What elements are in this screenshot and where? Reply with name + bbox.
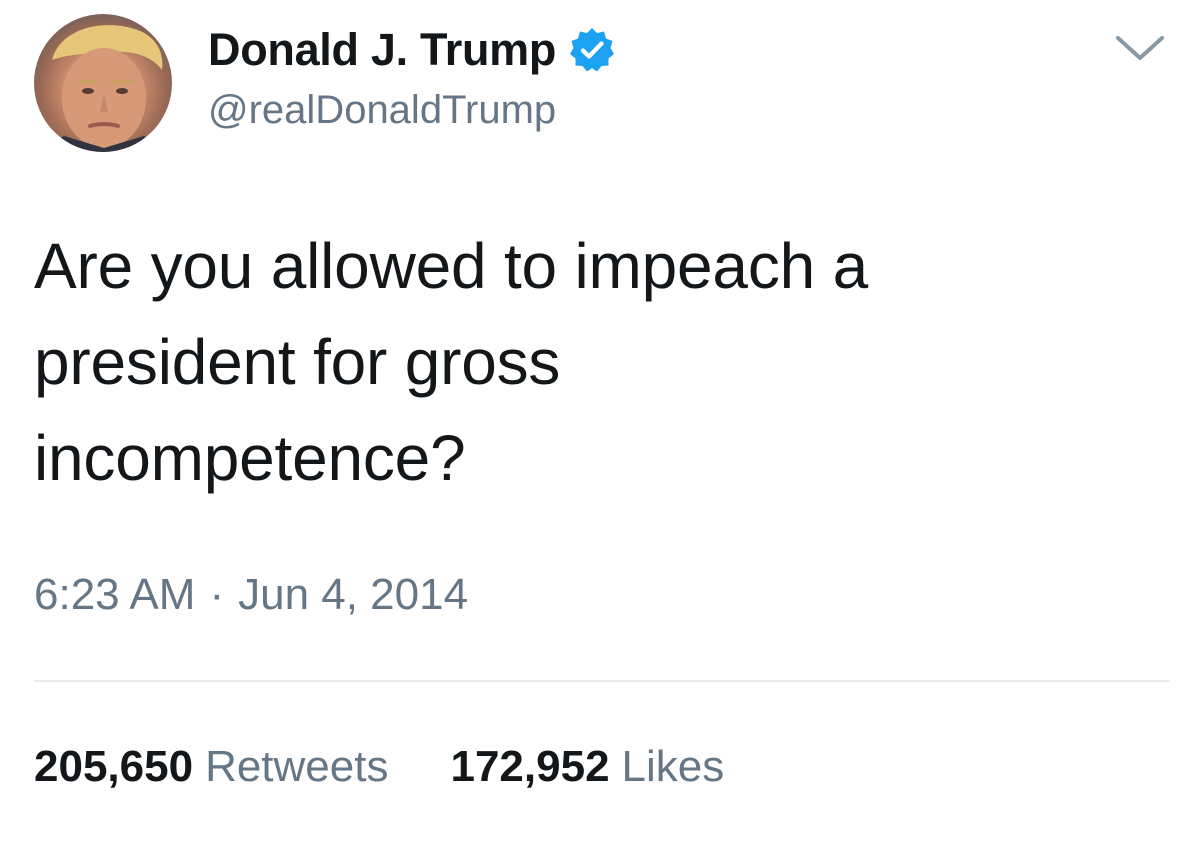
likes-count: 172,952: [450, 742, 610, 791]
likes-stat[interactable]: 172,952 Likes: [450, 742, 724, 792]
tweet-time: 6:23 AM: [34, 570, 196, 619]
tweet-text: Are you allowed to impeach a president f…: [34, 218, 1154, 506]
avatar-face-illustration: [34, 25, 172, 152]
avatar[interactable]: [34, 14, 172, 152]
timestamp-separator: ·: [209, 570, 225, 619]
verified-badge-icon: [568, 26, 616, 74]
tweet-date: Jun 4, 2014: [238, 570, 469, 619]
retweets-label: Retweets: [205, 742, 389, 791]
tweet-text-line: Are you allowed to impeach a: [34, 230, 868, 302]
name-row: Donald J. Trump: [208, 22, 616, 78]
tweet-text-line: incompetence?: [34, 422, 466, 494]
retweets-stat[interactable]: 205,650 Retweets: [34, 742, 388, 792]
handle[interactable]: @realDonaldTrump: [208, 88, 616, 133]
engagement-stats: 205,650 Retweets 172,952 Likes: [34, 742, 724, 792]
likes-label: Likes: [621, 742, 725, 791]
timestamp[interactable]: 6:23 AM · Jun 4, 2014: [34, 570, 468, 620]
divider: [34, 680, 1170, 682]
display-name[interactable]: Donald J. Trump: [208, 24, 556, 76]
chevron-down-icon[interactable]: [1112, 30, 1168, 66]
retweets-count: 205,650: [34, 742, 194, 791]
tweet-card: Donald J. Trump @realDonaldTrump Are you…: [0, 0, 1200, 844]
author-header: Donald J. Trump @realDonaldTrump: [208, 22, 616, 133]
tweet-text-line: president for gross: [34, 326, 561, 398]
